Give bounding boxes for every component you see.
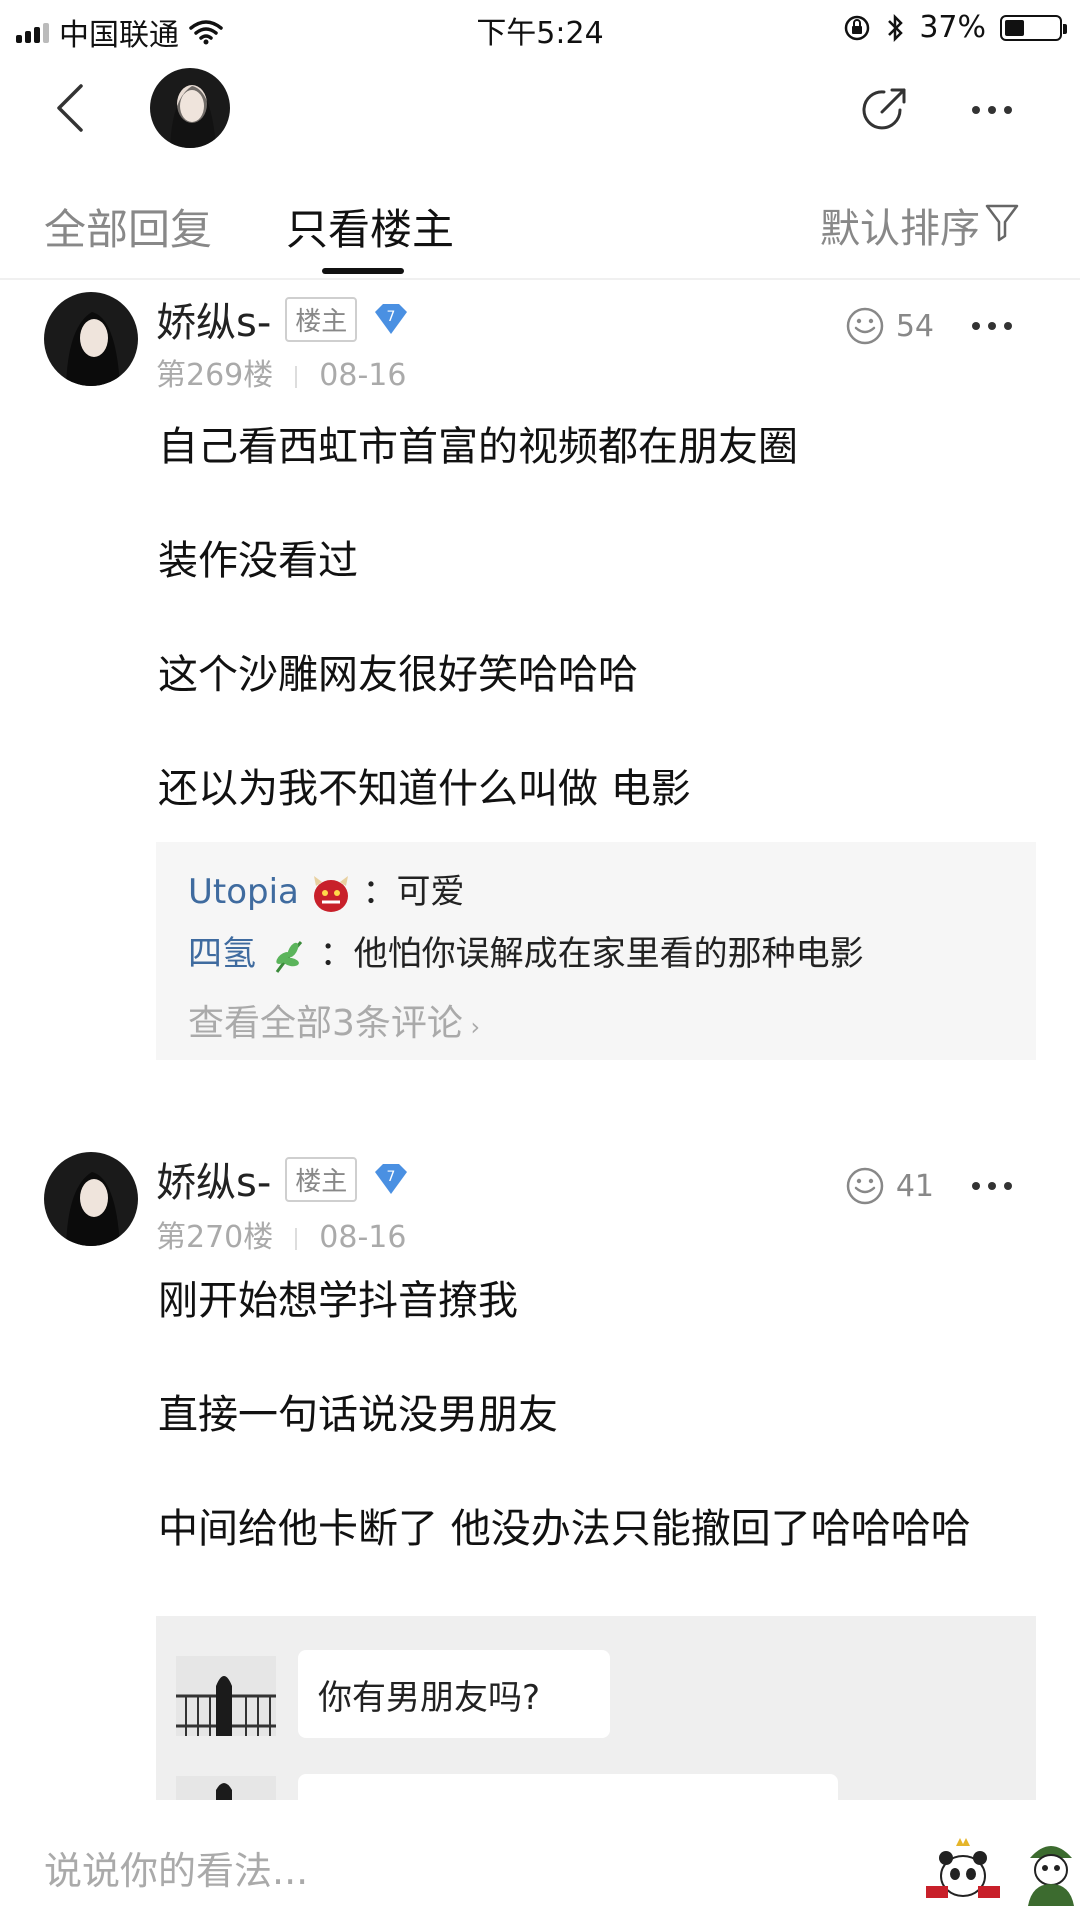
comment-user[interactable]: 四氢 <box>188 934 256 974</box>
like-button[interactable]: 54 <box>842 306 934 346</box>
post-header: 娇纵s- 楼主 7 <box>156 290 411 348</box>
like-count: 41 <box>895 1168 934 1204</box>
more-dot-icon <box>1004 1182 1012 1190</box>
more-dot-icon <box>972 322 980 330</box>
chat-bubble: 你有男朋友吗? <box>298 1650 610 1738</box>
post-text-line: 中间给他卡断了 他没办法只能撤回了哈哈哈哈 <box>158 1506 971 1552</box>
share-icon <box>862 88 906 130</box>
soldier-sticker-icon[interactable] <box>1022 1834 1080 1906</box>
post-text-line: 直接一句话说没男朋友 <box>158 1392 558 1438</box>
thumbs-up-icon <box>846 1167 884 1205</box>
post-more-button[interactable] <box>972 316 1022 336</box>
post-meta: 第269楼 08-16 <box>156 350 406 394</box>
post-avatar[interactable] <box>44 1152 138 1246</box>
comment-preview-box[interactable]: Utopia ：可爱 四氢 ：他怕你误解成在家里看的那种电影 查看全部3条评论 … <box>156 842 1036 1060</box>
post-text-line: 刚开始想学抖音撩我 <box>158 1278 518 1324</box>
like-count: 54 <box>895 308 934 344</box>
tab-divider <box>0 278 1080 280</box>
chat-bubble <box>298 1774 838 1800</box>
status-right: 37% <box>843 10 1067 45</box>
more-dot-icon <box>1004 322 1012 330</box>
thumbs-up-icon <box>846 307 884 345</box>
post-header: 娇纵s- 楼主 7 <box>156 1150 411 1208</box>
post-avatar[interactable] <box>44 292 138 386</box>
view-all-comments-link[interactable]: 查看全部3条评论 › <box>188 994 480 1046</box>
more-dot-icon <box>988 106 996 114</box>
comment-input-bar: 说说你的看法... <box>0 1804 1080 1920</box>
chevron-right-icon: › <box>462 1013 481 1041</box>
tab-active-indicator <box>322 268 404 274</box>
level-number: 7 <box>387 309 396 325</box>
sort-dropdown[interactable]: 默认排序 <box>820 196 980 254</box>
comment-row[interactable]: Utopia ：可爱 <box>188 864 465 914</box>
share-button[interactable] <box>856 82 916 142</box>
comment-text: ：可爱 <box>362 872 465 912</box>
status-bar: 中国联通 下午5:24 37% <box>0 0 1080 56</box>
herb-emoji-icon <box>275 940 302 973</box>
author-name[interactable]: 娇纵s- <box>156 1150 271 1208</box>
tab-all-replies[interactable]: 全部回复 <box>44 196 212 257</box>
floor-number: 第269楼 <box>156 358 274 393</box>
like-button[interactable]: 41 <box>842 1166 934 1206</box>
filter-button[interactable] <box>984 202 1020 242</box>
author-name[interactable]: 娇纵s- <box>156 290 271 348</box>
post-more-button[interactable] <box>972 1176 1022 1196</box>
panda-sticker-icon[interactable] <box>922 1836 1004 1904</box>
level-number: 7 <box>387 1169 396 1185</box>
post-text-line: 自己看西虹市首富的视频都在朋友圈 <box>158 424 798 470</box>
post-date: 08-16 <box>319 1220 407 1255</box>
level-gem-icon: 7 <box>375 1164 408 1194</box>
meta-divider <box>295 365 298 388</box>
filter-icon <box>985 204 1019 242</box>
chat-avatar-image <box>176 1776 276 1800</box>
more-dot-icon <box>1004 106 1012 114</box>
back-button[interactable] <box>40 78 100 138</box>
more-menu-button[interactable] <box>962 90 1022 130</box>
meta-divider <box>295 1227 298 1250</box>
avatar-image <box>150 68 230 148</box>
chevron-left-icon <box>57 84 83 132</box>
post-text-line: 还以为我不知道什么叫做 电影 <box>158 766 691 812</box>
post-image[interactable]: 你有男朋友吗? <box>156 1616 1036 1800</box>
op-badge: 楼主 <box>285 296 358 342</box>
post-meta: 第270楼 08-16 <box>156 1212 406 1256</box>
comment-input[interactable]: 说说你的看法... <box>44 1840 308 1895</box>
more-dot-icon <box>988 322 996 330</box>
more-dot-icon <box>972 106 980 114</box>
floor-number: 第270楼 <box>156 1220 274 1255</box>
op-badge: 楼主 <box>285 1156 358 1202</box>
more-dot-icon <box>972 1182 980 1190</box>
post-date: 08-16 <box>319 358 407 393</box>
post-text-line: 这个沙雕网友很好笑哈哈哈 <box>158 652 638 698</box>
author-avatar[interactable] <box>150 68 230 148</box>
comment-user[interactable]: Utopia <box>188 872 299 912</box>
battery-icon <box>1000 14 1067 41</box>
bluetooth-icon <box>888 13 904 42</box>
orientation-lock-icon <box>845 15 870 40</box>
view-all-label: 查看全部3条评论 <box>188 1003 463 1044</box>
level-gem-icon: 7 <box>375 304 408 334</box>
avatar-image <box>44 1152 138 1246</box>
comment-text: ：他怕你误解成在家里看的那种电影 <box>319 934 864 974</box>
post-text-line: 装作没看过 <box>158 538 358 584</box>
chat-avatar-image <box>176 1656 276 1736</box>
more-dot-icon <box>988 1182 996 1190</box>
avatar-image <box>44 292 138 386</box>
tab-op-only[interactable]: 只看楼主 <box>286 196 454 257</box>
comment-row[interactable]: 四氢 ：他怕你误解成在家里看的那种电影 <box>188 926 864 976</box>
battery-percent: 37% <box>919 10 986 45</box>
demon-emoji-icon <box>313 875 348 912</box>
